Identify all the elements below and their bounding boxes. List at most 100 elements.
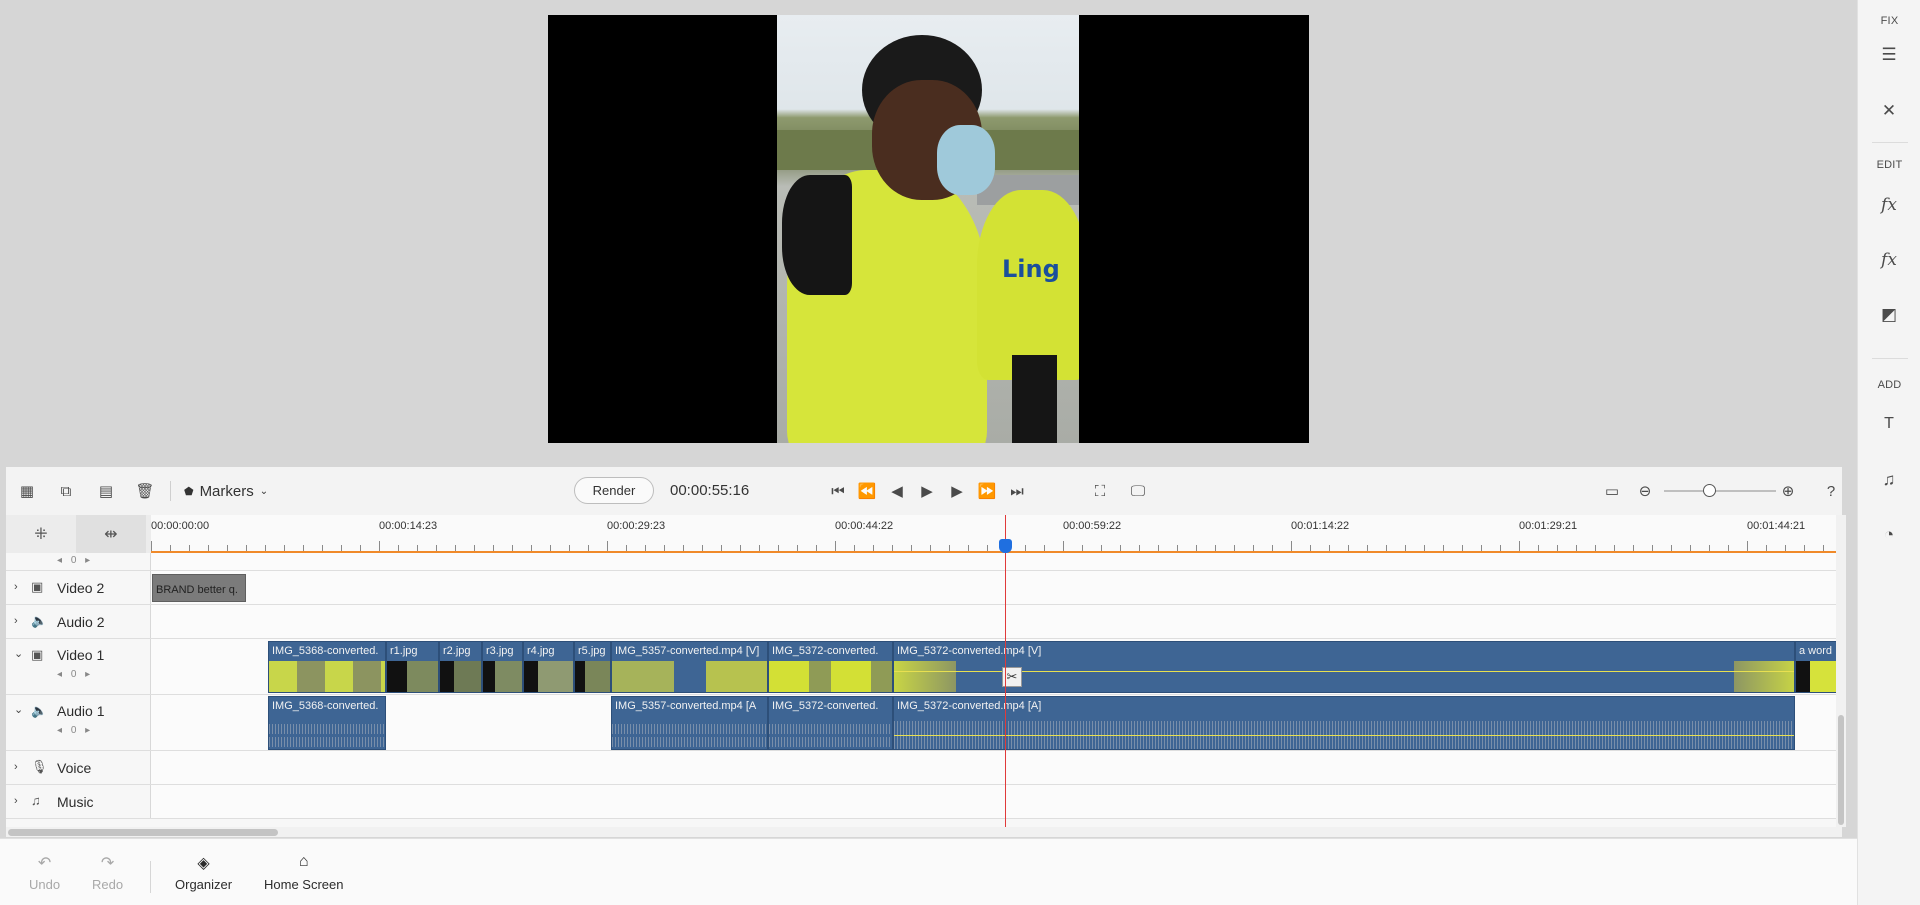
- music-icon[interactable]: ♫: [1876, 467, 1902, 493]
- time-ruler[interactable]: 00:00:00:00 00:00:14:23 00:00:29:23 00:0…: [151, 515, 1842, 553]
- video-clip[interactable]: r4.jpg: [523, 641, 574, 693]
- redo-button[interactable]: ↷ Redo: [92, 853, 123, 892]
- track-name: Music: [57, 794, 94, 810]
- step-back-icon[interactable]: ◀: [886, 480, 908, 502]
- adjust-icon[interactable]: ☰: [1876, 42, 1902, 68]
- panel-divider: [1872, 142, 1908, 143]
- track-header: ◂ 0 ▸: [6, 553, 151, 570]
- color-icon[interactable]: ◩: [1876, 302, 1902, 328]
- vertical-scroll-thumb[interactable]: [1838, 715, 1844, 825]
- render-button[interactable]: Render: [574, 477, 654, 504]
- horizontal-scrollbar[interactable]: [6, 827, 1842, 837]
- full-screen-preview-icon[interactable]: 🖵: [1127, 480, 1149, 502]
- help-icon[interactable]: ?: [1820, 480, 1842, 502]
- track-music: › ♫ Music: [6, 785, 1842, 819]
- expand-icon[interactable]: ›: [14, 615, 18, 627]
- clip-label: BRAND better q.: [156, 584, 238, 596]
- go-to-end-icon[interactable]: ⏭: [1006, 480, 1028, 502]
- track-video-2: › ▣ Video 2 BRAND better q.: [6, 571, 1842, 605]
- video-clip[interactable]: IMG_5372-converted.: [768, 641, 893, 693]
- track-body: [151, 553, 1842, 570]
- graphics-icon[interactable]: ◔: [1876, 522, 1902, 548]
- instant-movie-icon[interactable]: ⧉: [55, 480, 77, 502]
- audio-clip[interactable]: IMG_5357-converted.mp4 [A: [611, 696, 768, 750]
- video-clip[interactable]: IMG_5372-converted.mp4 [V]: [893, 641, 1795, 693]
- video-clip[interactable]: r3.jpg: [482, 641, 523, 693]
- fit-preview-icon[interactable]: ⛶: [1089, 480, 1111, 502]
- track-body: [151, 605, 1842, 638]
- zoom-in-icon[interactable]: ⊕: [1777, 480, 1799, 502]
- expand-icon[interactable]: ›: [14, 581, 18, 593]
- zoom-slider-handle[interactable]: [1703, 484, 1716, 497]
- clip-label: IMG_5368-converted.: [272, 645, 379, 657]
- clip-label: IMG_5372-converted.mp4 [A]: [897, 700, 1042, 712]
- volume-control[interactable]: ◂ 0 ▸: [57, 725, 93, 736]
- delete-icon[interactable]: 🗑: [134, 480, 156, 502]
- storyboard-icon[interactable]: ▤: [95, 480, 117, 502]
- clip-thumbnails: [387, 661, 438, 692]
- ruler-label: 00:00:29:23: [607, 520, 666, 532]
- smart-trim-icon[interactable]: ⁜: [6, 515, 76, 553]
- markers-dropdown[interactable]: ⬟ Markers ⌄: [184, 480, 268, 502]
- expand-icon[interactable]: ›: [14, 795, 18, 807]
- audio-clip[interactable]: IMG_5372-converted.mp4 [A]: [893, 696, 1795, 750]
- applied-effects-icon[interactable]: fx: [1876, 192, 1902, 218]
- add-media-icon[interactable]: ▦: [16, 480, 38, 502]
- horizontal-scroll-thumb[interactable]: [8, 829, 278, 836]
- title-clip[interactable]: BRAND better q.: [152, 574, 246, 602]
- track-body: BRAND better q.: [151, 571, 1842, 604]
- collapse-icon[interactable]: ⌄: [14, 647, 23, 660]
- video-clip[interactable]: a word: [1795, 641, 1842, 693]
- organizer-button[interactable]: ◈ Organizer: [175, 853, 232, 892]
- track-display-icon[interactable]: ▭: [1601, 480, 1623, 502]
- clip-label: IMG_5372-converted.mp4 [V]: [897, 645, 1042, 657]
- track-body: [151, 751, 1842, 784]
- redo-label: Redo: [92, 877, 124, 892]
- ripple-icon[interactable]: ⇹: [76, 515, 146, 553]
- next-edit-icon[interactable]: ⏩: [976, 480, 998, 502]
- volume-control[interactable]: ◂ 0 ▸: [57, 669, 93, 680]
- vertical-scrollbar[interactable]: [1836, 515, 1846, 827]
- zoom-out-icon[interactable]: ⊖: [1634, 480, 1656, 502]
- music-note-icon: ♫: [31, 793, 41, 808]
- audio-clip[interactable]: IMG_5368-converted.: [268, 696, 386, 750]
- track-name: Voice: [57, 760, 92, 776]
- track-body: [151, 785, 1842, 818]
- audio-clip[interactable]: IMG_5372-converted.: [768, 696, 893, 750]
- play-icon[interactable]: ▶: [916, 480, 938, 502]
- clip-label: IMG_5357-converted.mp4 [A: [615, 700, 757, 712]
- clip-thumbnails: [612, 661, 767, 692]
- home-screen-button[interactable]: ⌂ Home Screen: [264, 853, 343, 892]
- undo-button[interactable]: ↶ Undo: [29, 853, 60, 892]
- go-to-start-icon[interactable]: ⏮: [827, 480, 849, 502]
- track-header: › ▣ Video 2: [6, 571, 151, 604]
- video-track-icon: ▣: [31, 579, 44, 594]
- previous-edit-icon[interactable]: ⏪: [856, 480, 878, 502]
- video-clip[interactable]: IMG_5368-converted.: [268, 641, 386, 693]
- video-clip[interactable]: r5.jpg: [574, 641, 611, 693]
- timeline-tools: ⁜ ⇹: [6, 515, 151, 553]
- waveform: [894, 736, 1794, 749]
- video-clip[interactable]: r2.jpg: [439, 641, 482, 693]
- fix-section-label: FIX: [1880, 15, 1899, 27]
- right-panel: FIX ☰ ✕ EDIT fx fx ◩ ADD T ♫ ◔: [1857, 0, 1920, 905]
- effects-icon[interactable]: fx: [1876, 247, 1902, 273]
- undo-icon: ↶: [37, 855, 52, 872]
- step-forward-icon[interactable]: ▶: [946, 480, 968, 502]
- tools-icon[interactable]: ✕: [1876, 98, 1902, 124]
- playhead-handle[interactable]: [999, 539, 1012, 553]
- video-clip[interactable]: r1.jpg: [386, 641, 439, 693]
- clip-label: r1.jpg: [390, 645, 418, 657]
- title-icon[interactable]: T: [1876, 411, 1902, 437]
- expand-icon[interactable]: ›: [14, 761, 18, 773]
- edit-section-label: EDIT: [1876, 159, 1903, 171]
- waveform: [612, 724, 767, 734]
- waveform: [269, 724, 385, 734]
- zoom-slider[interactable]: [1664, 490, 1776, 492]
- volume-control[interactable]: ◂ 0 ▸: [57, 555, 93, 566]
- speaker-icon: 🔈: [31, 613, 48, 628]
- video-clip[interactable]: IMG_5357-converted.mp4 [V]: [611, 641, 768, 693]
- collapse-icon[interactable]: ⌄: [14, 703, 23, 716]
- track-voice: › 🎙 Voice: [6, 751, 1842, 785]
- bottom-bar: ↶ Undo ↷ Redo ◈ Organizer ⌂ Home Screen: [0, 838, 1857, 905]
